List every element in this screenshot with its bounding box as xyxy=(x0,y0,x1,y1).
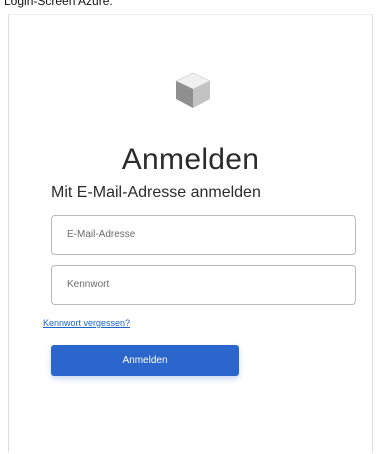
password-placeholder: Kennwort xyxy=(67,279,110,290)
caption-text: Login-Screen Azure: xyxy=(4,0,113,8)
forgot-password-link[interactable]: Kennwort vergessen? xyxy=(43,317,130,329)
email-field[interactable]: E-Mail-Adresse xyxy=(51,215,356,255)
sign-in-button[interactable]: Anmelden xyxy=(51,345,239,376)
login-card: Anmelden Mit E-Mail-Adresse anmelden E-M… xyxy=(8,14,373,452)
cube-icon xyxy=(175,72,211,108)
email-placeholder: E-Mail-Adresse xyxy=(67,229,136,240)
login-subtitle: Mit E-Mail-Adresse anmelden xyxy=(51,184,261,201)
page-title: Anmelden xyxy=(121,143,260,176)
password-field[interactable]: Kennwort xyxy=(51,265,356,305)
